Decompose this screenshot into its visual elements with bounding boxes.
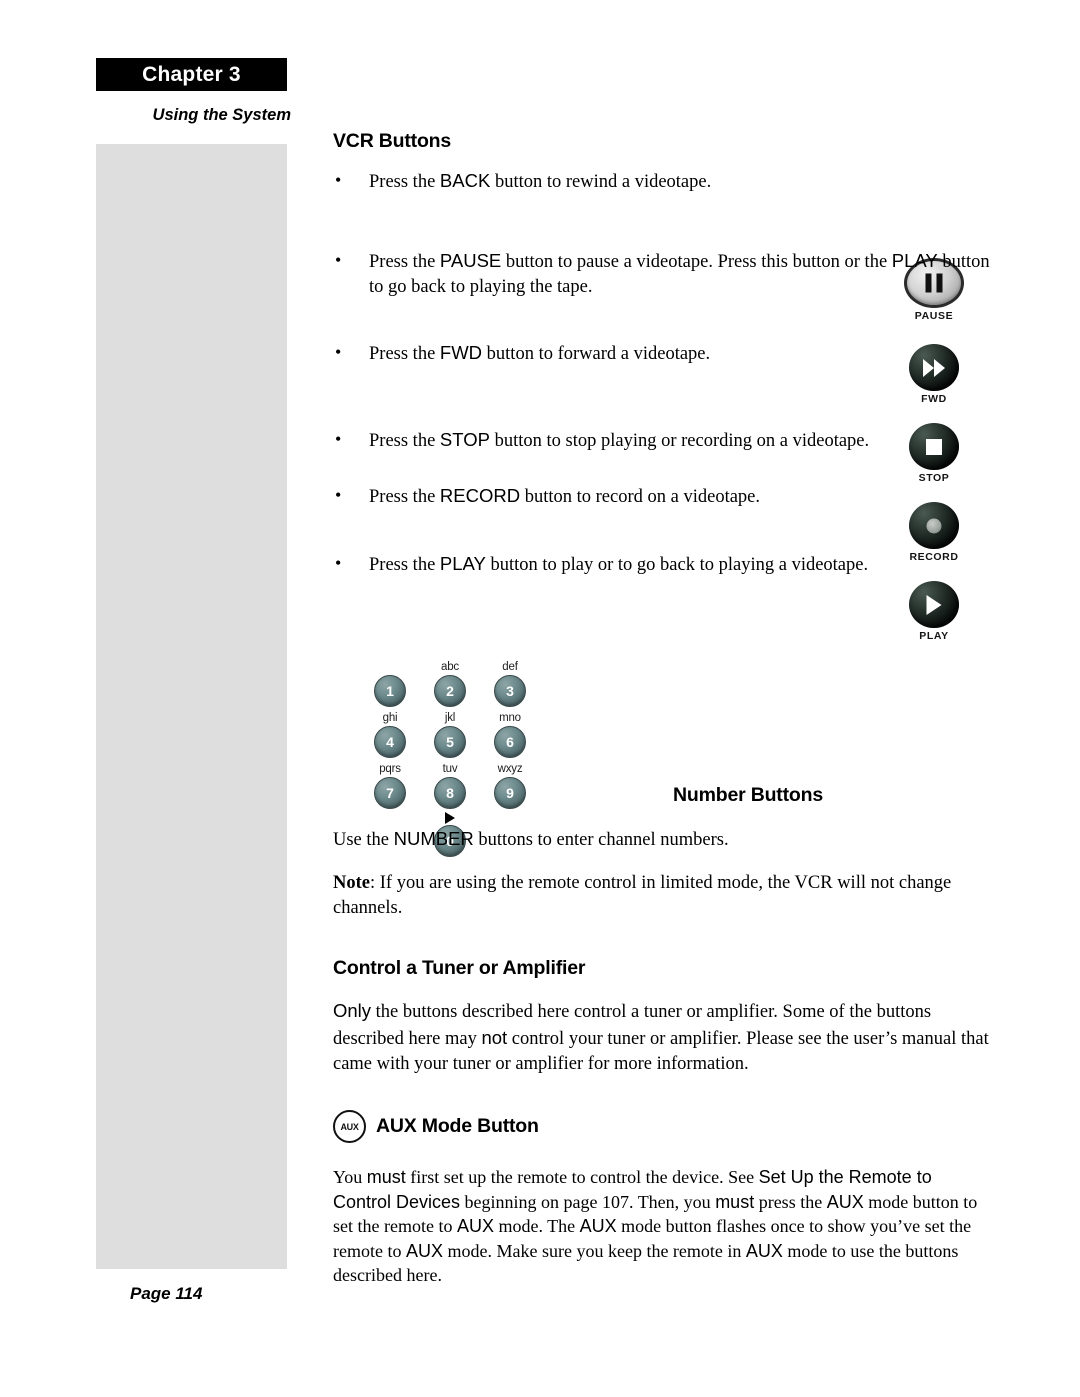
page-title-control-tuner: Control a Tuner or Amplifier <box>333 957 586 979</box>
bullet-marker: • <box>335 342 342 362</box>
aux-icon-text: AUX <box>340 1121 359 1132</box>
list-item-text: Press the RECORD button to record on a v… <box>369 485 761 507</box>
list-item: • Press the FWD button to forward a vide… <box>333 340 993 367</box>
number-buttons-description: Use the NUMBER buttons to enter channel … <box>333 828 729 850</box>
aux-mode-heading-row: AUX AUX Mode Button <box>333 1110 993 1143</box>
list-item: • Press the BACK button to rewind a vide… <box>333 168 993 195</box>
aux-mode-description: You must first set up the remote to cont… <box>333 1167 978 1285</box>
section-subtitle: Using the System <box>152 106 291 124</box>
list-item-text: Press the STOP button to stop playing or… <box>369 429 870 451</box>
bullet-marker: • <box>335 429 342 449</box>
list-item: • Press the PAUSE button to pause a vide… <box>333 248 993 300</box>
page-number-footer: Page 114 <box>130 1284 203 1303</box>
list-item-text: Press the FWD button to forward a videot… <box>369 342 711 364</box>
bullet-marker: • <box>335 485 342 505</box>
list-item: • Press the PLAY button to play or to go… <box>333 551 993 578</box>
aux-icon: AUX <box>333 1110 366 1143</box>
chapter-banner: Chapter 3 <box>96 58 287 91</box>
bullet-marker: • <box>335 170 342 190</box>
list-item-text: Press the BACK button to rewind a videot… <box>369 170 712 192</box>
number-buttons-note: Note: If you are using the remote contro… <box>333 873 952 918</box>
document-page: Chapter 3 Using the System Page 114 PAUS… <box>0 0 1080 1397</box>
page-title-number-buttons: Number Buttons <box>673 784 823 806</box>
page-title-aux-mode: AUX Mode Button <box>376 1115 539 1137</box>
chapter-label: Chapter 3 <box>142 62 241 86</box>
list-item: • Press the STOP button to stop playing … <box>333 427 993 454</box>
tuner-description: Only the buttons described here control … <box>333 1000 989 1074</box>
vcr-bullet-list: • Press the BACK button to rewind a vide… <box>333 168 993 578</box>
list-item-text: Press the PAUSE button to pause a videot… <box>369 250 990 297</box>
list-item-text: Press the PLAY button to play or to go b… <box>369 553 869 575</box>
bullet-marker: • <box>335 250 342 270</box>
list-item: • Press the RECORD button to record on a… <box>333 483 993 510</box>
bullet-marker: • <box>335 553 342 573</box>
main-content-column: VCR Buttons • Press the BACK button to r… <box>333 130 993 1288</box>
sidebar-gray-block <box>96 144 287 1269</box>
page-title-vcr-buttons: VCR Buttons <box>333 130 452 152</box>
